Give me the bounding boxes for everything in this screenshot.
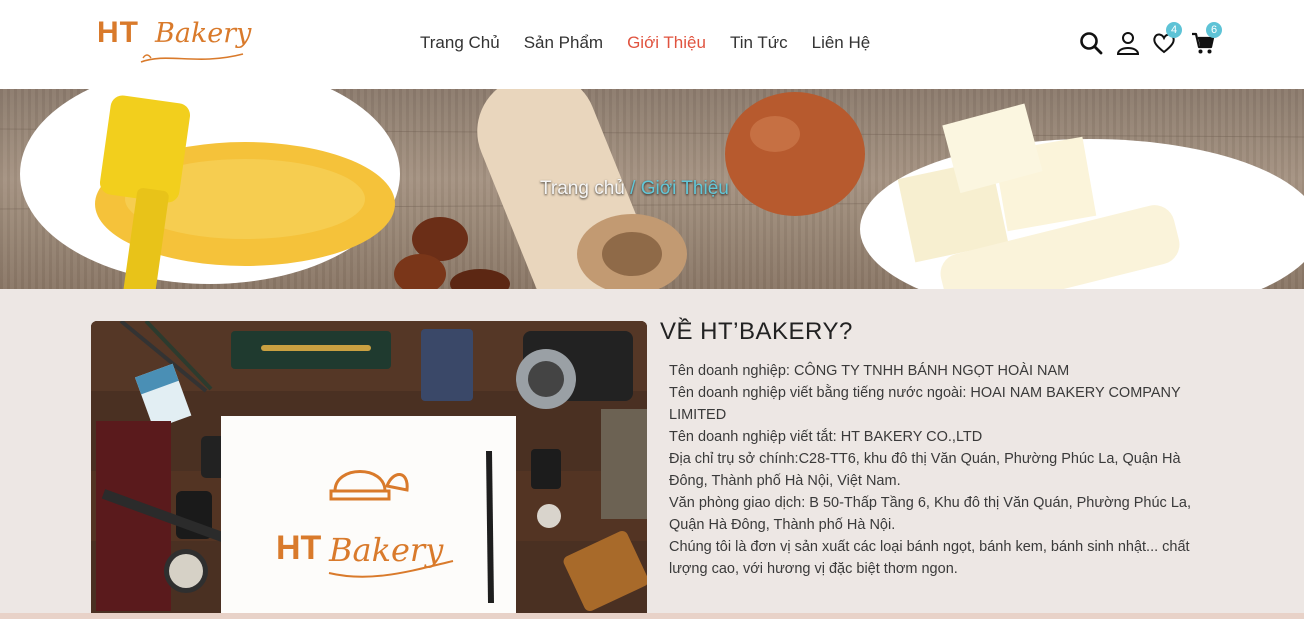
- about-details: Tên doanh nghiệp: CÔNG TY TNHH BÁNH NGỌT…: [660, 360, 1220, 580]
- site-header: HT Bakery Trang Chủ Sản Phẩm Giới Thiệu …: [0, 0, 1304, 89]
- breadcrumb-separator: /: [630, 178, 636, 199]
- logo-swash-icon: [140, 53, 244, 63]
- about-image: HT Bakery: [91, 321, 647, 619]
- breadcrumb-home-link[interactable]: Trang chủ: [540, 178, 625, 199]
- about-desk-image: HT Bakery: [91, 321, 647, 619]
- paper-logo-ht-text: HT: [276, 529, 322, 567]
- footer-edge: [0, 613, 1304, 619]
- company-short-name-line: Tên doanh nghiệp viết tắt: HT BAKERY CO.…: [669, 429, 983, 445]
- nav-item-home[interactable]: Trang Chủ: [420, 33, 500, 53]
- cart-count-badge: 6: [1206, 22, 1222, 38]
- user-icon[interactable]: [1115, 30, 1141, 56]
- nav-item-news[interactable]: Tin Tức: [730, 33, 788, 53]
- company-name-line: Tên doanh nghiệp: CÔNG TY TNHH BÁNH NGỌT…: [669, 363, 1070, 379]
- brand-logo[interactable]: HT Bakery: [97, 14, 252, 70]
- breadcrumb-current: Giới Thiệu: [640, 178, 729, 199]
- nav-item-contact[interactable]: Liên Hệ: [812, 33, 871, 53]
- company-description-line: Chúng tôi là đơn vị sản xuất các loại bá…: [669, 539, 1190, 577]
- header-actions: 4 6: [1078, 22, 1228, 60]
- wishlist-count-badge: 4: [1166, 22, 1182, 38]
- logo-ht-text: HT: [97, 16, 139, 49]
- paper-logo-bakery-text: Bakery: [328, 531, 444, 569]
- about-section: VỀ HT’BAKERY? Tên doanh nghiệp: CÔNG TY …: [660, 318, 1220, 580]
- main-nav: Trang Chủ Sản Phẩm Giới Thiệu Tin Tức Li…: [420, 33, 870, 53]
- logo-bakery-text: Bakery: [155, 18, 252, 49]
- nav-item-about[interactable]: Giới Thiệu: [627, 33, 706, 53]
- nav-item-products[interactable]: Sản Phẩm: [524, 33, 603, 53]
- company-foreign-name-line: Tên doanh nghiệp viết bằng tiếng nước ng…: [669, 385, 1181, 423]
- search-icon[interactable]: [1078, 30, 1104, 56]
- about-title: VỀ HT’BAKERY?: [660, 318, 853, 345]
- breadcrumb: Trang chủ / Giới Thiệu: [540, 178, 729, 200]
- headquarters-address-line: Địa chỉ trụ sở chính:C28-TT6, khu đô thị…: [669, 451, 1181, 489]
- office-address-line: Văn phòng giao dịch: B 50-Thấp Tầng 6, K…: [669, 495, 1191, 533]
